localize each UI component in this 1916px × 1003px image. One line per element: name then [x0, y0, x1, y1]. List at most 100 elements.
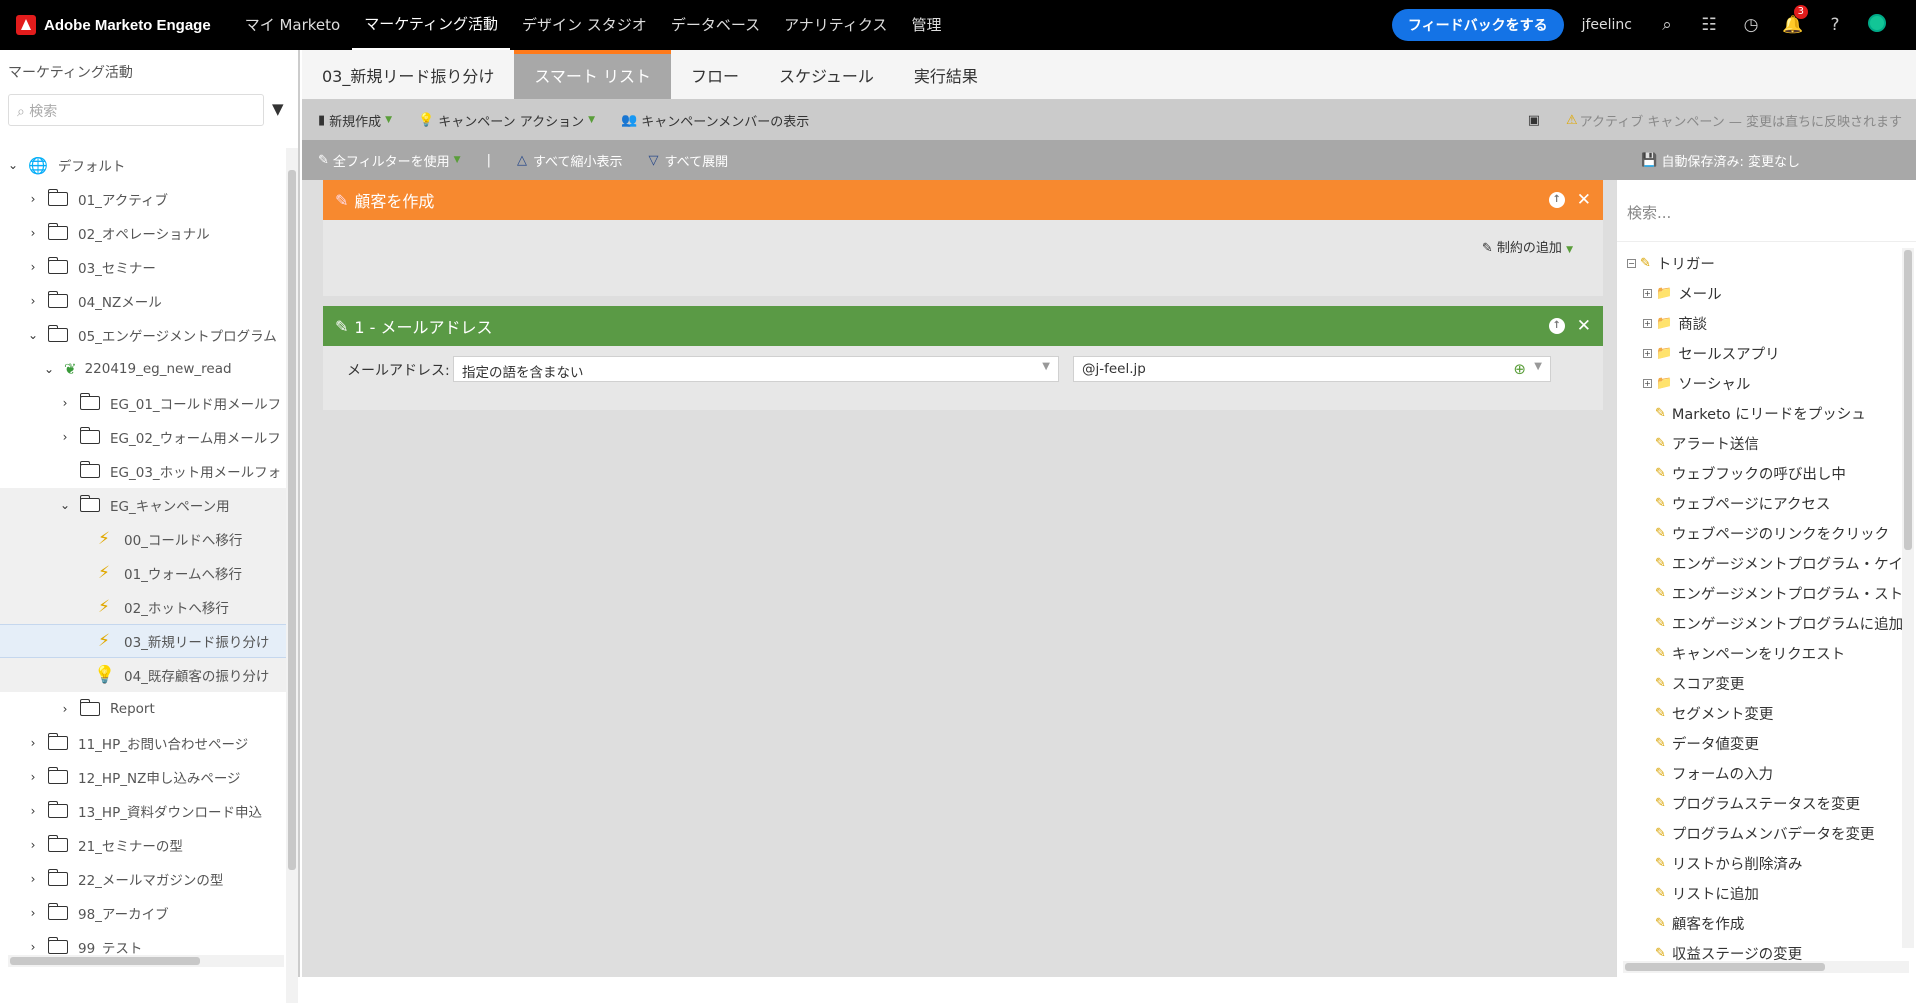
nav-marketing-activities[interactable]: マーケティング活動 [352, 0, 511, 50]
window-icon[interactable]: ▣ [1528, 113, 1540, 128]
chevron-right-icon[interactable]: › [26, 906, 40, 920]
palette-search-input[interactable]: 検索... [1617, 180, 1916, 242]
tasks-icon[interactable]: ☷ [1688, 15, 1730, 35]
scrollbar-thumb[interactable] [1625, 963, 1825, 971]
palette-vertical-scrollbar[interactable] [1902, 248, 1914, 948]
tree-item[interactable]: › 11_HP_お問い合わせページ [0, 726, 286, 760]
expand-icon[interactable]: + [1643, 348, 1652, 358]
sidebar-search-input[interactable]: ⌕ 検索 [8, 94, 264, 126]
chevron-down-icon[interactable]: ⌄ [58, 498, 72, 512]
palette-item[interactable]: ✎ キャンペーンをリクエスト [1617, 638, 1916, 668]
tree-item[interactable]: ⌄ 05_エンゲージメントプログラム [0, 318, 286, 352]
tab-smart-list[interactable]: スマート リスト [514, 50, 671, 99]
collapse-all-button[interactable]: △ すべて縮小表示 [517, 151, 623, 170]
chevron-right-icon[interactable]: › [26, 804, 40, 818]
chevron-down-icon[interactable]: ⌄ [6, 158, 20, 172]
sidebar-vertical-scrollbar[interactable] [286, 148, 298, 1003]
search-icon[interactable]: ⌕ [1646, 15, 1688, 35]
scrollbar-thumb[interactable] [10, 957, 200, 965]
tree-item[interactable]: ⚡ 01_ウォームへ移行 [0, 556, 286, 590]
expand-icon[interactable]: + [1643, 318, 1652, 328]
help-icon[interactable]: ? [1814, 15, 1856, 35]
palette-item[interactable]: ✎ リストから削除済み [1617, 848, 1916, 878]
chevron-right-icon[interactable]: › [26, 226, 40, 240]
palette-item[interactable]: ✎ 顧客を作成 [1617, 908, 1916, 938]
chevron-right-icon[interactable]: › [26, 294, 40, 308]
palette-item[interactable]: ✎ エンゲージメントプログラム・ケイ [1617, 548, 1916, 578]
nav-database[interactable]: データベース [659, 0, 772, 50]
value-input[interactable]: @j-feel.jp ⊕ ▼ [1073, 356, 1551, 382]
expand-icon[interactable]: + [1643, 288, 1652, 298]
chevron-right-icon[interactable]: › [26, 736, 40, 750]
feedback-button[interactable]: フィードバックをする [1391, 9, 1564, 41]
nav-admin[interactable]: 管理 [899, 0, 953, 50]
tree-item[interactable]: ⌄ ❦ 220419_eg_new_read [0, 352, 286, 386]
tree-item[interactable]: › EG_02_ウォーム用メールフ [0, 420, 286, 454]
tab-flow[interactable]: フロー [671, 50, 759, 99]
tree-item[interactable]: › 13_HP_資料ダウンロード申込 [0, 794, 286, 828]
palette-group[interactable]: + 📁 セールスアプリ [1617, 338, 1916, 368]
palette-item[interactable]: ✎ ウェブページにアクセス [1617, 488, 1916, 518]
palette-item[interactable]: ✎ プログラムステータスを変更 [1617, 788, 1916, 818]
nav-my-marketo[interactable]: マイ Marketo [233, 0, 353, 50]
nav-analytics[interactable]: アナリティクス [772, 0, 899, 50]
tree-item[interactable]: › 22_メールマガジンの型 [0, 862, 286, 896]
tree-item[interactable]: ⌄ EG_キャンペーン用 [0, 488, 286, 522]
chevron-right-icon[interactable]: › [58, 396, 72, 410]
tab-schedule[interactable]: スケジュール [759, 50, 894, 99]
move-up-icon[interactable]: ↑ [1548, 192, 1565, 208]
palette-item[interactable]: ✎ エンゲージメントプログラムに追加 [1617, 608, 1916, 638]
palette-item[interactable]: ✎ エンゲージメントプログラム・スト [1617, 578, 1916, 608]
tree-item[interactable]: › EG_01_コールド用メールフ [0, 386, 286, 420]
chevron-down-icon[interactable]: ⌄ [42, 362, 56, 376]
show-members-button[interactable]: 👥 キャンペーンメンバーの表示 [621, 111, 809, 130]
chevron-right-icon[interactable]: › [26, 770, 40, 784]
tree-item[interactable]: › 98_アーカイブ [0, 896, 286, 930]
tree-item[interactable]: › 21_セミナーの型 [0, 828, 286, 862]
sidebar-horizontal-scrollbar[interactable] [8, 955, 284, 967]
trigger-card-header[interactable]: ✎ 顧客を作成 ↑ ✕ [323, 180, 1603, 220]
tab-campaign-name[interactable]: 03_新規リード振り分け [302, 50, 514, 99]
chevron-down-icon[interactable]: ▼ [1534, 361, 1542, 372]
move-up-icon[interactable]: ↑ [1548, 318, 1565, 334]
tree-item[interactable]: 💡 04_既存顧客の振り分け [0, 658, 286, 692]
palette-group[interactable]: + 📁 ソーシャル [1617, 368, 1916, 398]
tree-item[interactable]: › 01_アクティブ [0, 182, 286, 216]
palette-item[interactable]: ✎ リストに追加 [1617, 878, 1916, 908]
collapse-icon[interactable]: − [1627, 258, 1636, 268]
tree-item-selected[interactable]: ⚡ 03_新規リード振り分け [0, 624, 286, 658]
scrollbar-thumb[interactable] [288, 170, 296, 870]
chevron-right-icon[interactable]: › [26, 192, 40, 206]
history-icon[interactable]: ◷ [1730, 15, 1772, 35]
palette-item[interactable]: ✎ データ値変更 [1617, 728, 1916, 758]
palette-item[interactable]: ✎ ウェブフックの呼び出し中 [1617, 458, 1916, 488]
campaign-action-button[interactable]: 💡 キャンペーン アクション ▼ [418, 111, 595, 130]
tree-item[interactable]: › 04_NZメール [0, 284, 286, 318]
tree-item[interactable]: ⚡ 00_コールドへ移行 [0, 522, 286, 556]
chevron-right-icon[interactable]: › [26, 872, 40, 886]
expand-icon[interactable]: + [1643, 378, 1652, 388]
palette-item[interactable]: ✎ Marketo にリードをプッシュ [1617, 398, 1916, 428]
palette-item[interactable]: ✎ プログラムメンバデータを変更 [1617, 818, 1916, 848]
add-constraint-button[interactable]: ✎ 制約の追加 ▼ [1482, 237, 1573, 256]
bell-icon[interactable]: 🔔 3 [1772, 5, 1814, 35]
palette-item[interactable]: ✎ アラート送信 [1617, 428, 1916, 458]
use-all-filters-button[interactable]: ✎ 全フィルターを使用 ▼ [318, 151, 461, 170]
tree-item[interactable]: ⚡ 02_ホットへ移行 [0, 590, 286, 624]
chevron-right-icon[interactable]: › [26, 260, 40, 274]
tree-item[interactable]: › 02_オペレーショナル [0, 216, 286, 250]
filter-icon[interactable]: ▼ [272, 100, 284, 118]
operator-select[interactable]: 指定の語を含まない ▼ [453, 356, 1059, 382]
nav-design-studio[interactable]: デザイン スタジオ [510, 0, 659, 50]
chevron-right-icon[interactable]: › [26, 940, 40, 954]
close-icon[interactable]: ✕ [1577, 190, 1591, 210]
tab-results[interactable]: 実行結果 [894, 50, 998, 99]
app-logo[interactable]: Adobe Marketo Engage [0, 15, 211, 35]
palette-item[interactable]: ✎ ウェブページのリンクをクリック [1617, 518, 1916, 548]
palette-group[interactable]: − ✎ トリガー [1617, 248, 1916, 278]
chevron-right-icon[interactable]: › [26, 838, 40, 852]
palette-item[interactable]: ✎ セグメント変更 [1617, 698, 1916, 728]
palette-horizontal-scrollbar[interactable] [1623, 961, 1909, 973]
tree-item[interactable]: EG_03_ホット用メールフォ [0, 454, 286, 488]
tree-item[interactable]: › 12_HP_NZ申し込みページ [0, 760, 286, 794]
